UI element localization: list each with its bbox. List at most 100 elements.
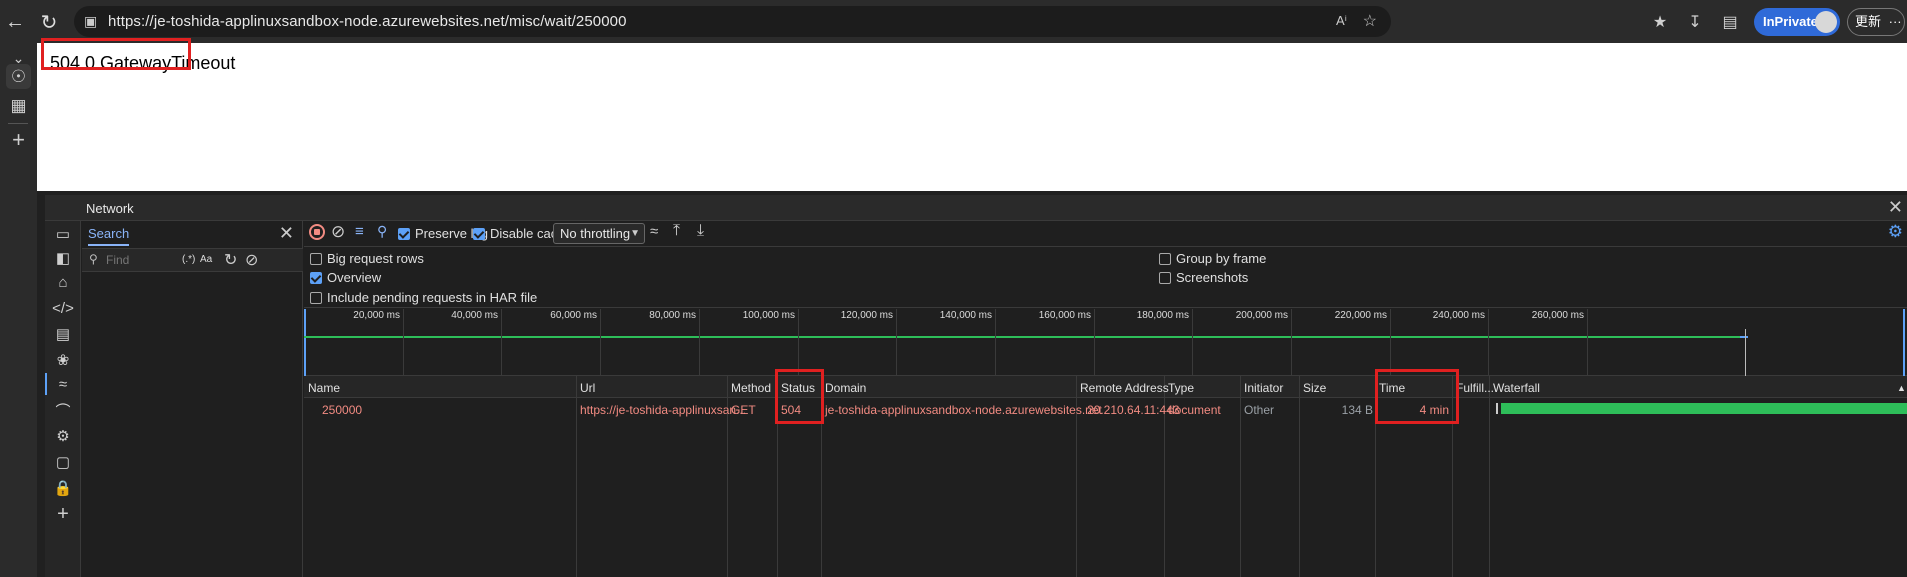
column-name[interactable]: Name [308,381,340,395]
memory-icon[interactable]: ⚙ [52,425,74,447]
match-case-toggle[interactable]: Aa [200,254,212,265]
favorite-star-icon[interactable]: ☆ [1363,11,1377,31]
timeline-tick-label: 260,000 ms [1531,310,1584,321]
clear-icon[interactable]: ⊘ [245,250,258,270]
column-waterfall[interactable]: Waterfall [1493,381,1540,395]
checkbox-icon[interactable] [310,253,322,265]
downloads-icon[interactable]: ↧ [1683,11,1707,33]
group-by-frame-checkbox[interactable]: Group by frame [1159,251,1266,266]
site-info-icon[interactable]: ▣ [84,13,97,30]
timeline-tick-label: 100,000 ms [742,310,795,321]
checkbox-icon[interactable] [473,228,485,240]
application-icon[interactable]: ▢ [52,451,74,473]
timeline-tick-label: 40,000 ms [451,310,498,321]
include-pending-label: Include pending requests in HAR file [327,290,538,305]
cell-size: 134 B [1341,403,1373,417]
cell-method: GET [731,403,756,417]
timeline-tick-label: 80,000 ms [649,310,696,321]
checkbox-icon[interactable] [1159,253,1171,265]
filter-icon[interactable]: ≡ [355,223,364,240]
search-pane: Search ✕ ⚲ (.*) Aa ↻ ⊘ [82,221,303,577]
more-tools-icon[interactable]: + [52,503,74,525]
search-icon[interactable]: ⚲ [377,223,387,240]
column-remote-address[interactable]: Remote Address [1080,381,1169,395]
tab-search[interactable]: Search [88,226,130,246]
column-initiator[interactable]: Initiator [1244,381,1283,395]
browser-toolbar: ← ↻ ▣ https://je-toshida-applinuxsandbox… [0,0,1907,43]
url-text[interactable]: https://je-toshida-applinuxsandbox-node.… [108,13,627,30]
timeline-tick-label: 20,000 ms [353,310,400,321]
timeline-gridline [1094,309,1095,376]
upload-icon[interactable]: ⤒ [673,222,680,240]
sidebar-divider [8,123,28,124]
devtools-panel: Network ✕ ▭ ◧ ⌂ </> ▤ ❀ ≈ ⌒ ⚙ ▢ 🔒 + Sear… [45,195,1907,577]
column-domain[interactable]: Domain [825,381,866,395]
regex-toggle[interactable]: (.*) [182,254,195,265]
big-request-rows-checkbox[interactable]: Big request rows [310,251,424,266]
group-by-frame-label: Group by frame [1176,251,1267,266]
refresh-icon[interactable]: ↻ [36,9,62,35]
include-pending-checkbox[interactable]: Include pending requests in HAR file [310,290,537,305]
extensions-icon[interactable]: ▤ [1718,11,1742,33]
timeline-gridline [798,309,799,376]
settings-gear-icon[interactable]: ⚙ [1888,222,1903,242]
highlight-box-time [1375,369,1459,424]
timeline-gridline [699,309,700,376]
timeline-end-marker [1903,309,1905,376]
waterfall-bar [1501,403,1907,414]
screenshots-checkbox[interactable]: Screenshots [1159,270,1248,285]
column-url[interactable]: Url [580,381,595,395]
inprivate-label: InPrivate [1763,14,1818,29]
network-options: Big request rows Overview Include pendin… [304,248,1907,308]
find-input[interactable] [106,253,176,267]
column-size[interactable]: Size [1303,381,1326,395]
inspect-icon[interactable]: ◧ [52,247,74,269]
welcome-home-icon[interactable]: ⌂ [52,271,74,293]
column-type[interactable]: Type [1168,381,1194,395]
checkbox-icon[interactable] [398,228,410,240]
performance-icon[interactable]: ⌒ [52,399,74,421]
favorites-icon[interactable]: ★ [1648,11,1672,33]
network-conditions-icon[interactable]: ≈ [650,223,658,240]
update-button[interactable]: 更新 ··· [1847,8,1905,36]
read-aloud-icon[interactable]: Aⁱ [1336,13,1347,29]
checkbox-icon[interactable] [310,292,322,304]
address-bar[interactable]: ▣ https://je-toshida-applinuxsandbox-nod… [74,6,1391,37]
inprivate-button[interactable]: InPrivate [1754,8,1840,36]
more-icon[interactable]: ··· [1889,14,1902,29]
find-row: ⚲ (.*) Aa ↻ ⊘ [82,248,303,272]
timeline-gridline [501,309,502,376]
network-wifi-icon[interactable]: ≈ [52,373,74,395]
globe-icon[interactable]: ☉ [6,64,31,89]
column-method[interactable]: Method [731,381,771,395]
timeline-gridline [995,309,996,376]
stop-recording-icon[interactable] [309,224,325,240]
elements-icon[interactable]: </> [52,297,74,319]
back-icon[interactable]: ← [2,9,28,35]
download-icon[interactable]: ⤓ [697,222,704,240]
close-icon[interactable]: ✕ [1888,197,1903,218]
checkbox-icon[interactable] [310,272,322,284]
timeline-request-bar-end [1740,336,1748,338]
refresh-icon[interactable]: ↻ [224,250,237,270]
timeline-start-marker [304,309,306,376]
highlight-box-message [41,38,191,70]
column-fulfilled[interactable]: Fulfill... [1456,381,1494,395]
sources-bug-icon[interactable]: ❀ [52,349,74,371]
devtools-header: Network ✕ [45,195,1907,221]
console-icon[interactable]: ▤ [52,323,74,345]
update-label: 更新 [1855,14,1882,29]
new-tab-icon[interactable]: + [6,127,31,152]
security-icon[interactable]: 🔒 [52,477,74,499]
timeline-overview[interactable]: 20,000 ms 40,000 ms 60,000 ms 80,000 ms 100,… [304,309,1907,376]
clear-icon[interactable]: ⊘ [331,222,345,242]
timeline-tick-label: 160,000 ms [1038,310,1091,321]
throttling-select[interactable]: No throttling ▼ [553,223,645,244]
close-icon[interactable]: ✕ [279,223,294,244]
table-row[interactable]: 250000 https://je-toshida-applinuxsan...… [304,398,1907,419]
vertical-tabs-icon[interactable]: ▦ [6,93,31,118]
sort-up-icon[interactable]: ▲ [1897,383,1906,393]
checkbox-icon[interactable] [1159,272,1171,284]
overview-checkbox[interactable]: Overview [310,270,381,285]
device-emulation-icon[interactable]: ▭ [52,223,74,245]
